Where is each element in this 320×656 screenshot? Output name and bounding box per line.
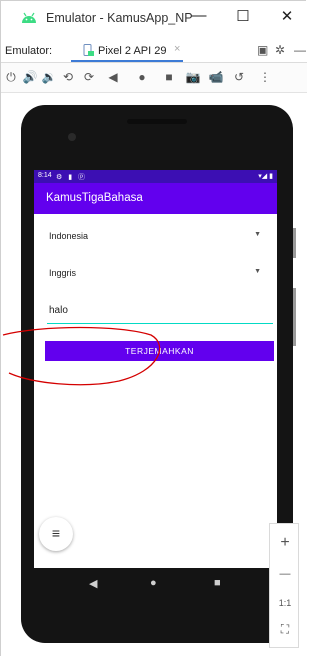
menu-fab[interactable]: ≡ bbox=[39, 517, 73, 551]
target-language-value: Inggris bbox=[49, 268, 77, 278]
volume-side-button bbox=[293, 288, 296, 346]
undo-icon[interactable]: ↺ bbox=[231, 70, 247, 84]
zoom-in-button[interactable]: + bbox=[270, 534, 300, 552]
rotate-right-icon[interactable]: ⟳ bbox=[81, 70, 97, 84]
minimize-panel-icon[interactable]: — bbox=[294, 43, 306, 57]
volume-up-icon[interactable]: 🔊 bbox=[22, 70, 38, 84]
emulator-canvas: 8:14 ⚙ ▮ ⓟ ▾◢ ▮ KamusTigaBahasa Indonesi… bbox=[1, 93, 307, 656]
speaker-grille bbox=[127, 119, 187, 124]
zoom-out-button[interactable]: — bbox=[270, 568, 300, 580]
window-icon[interactable]: ▣ bbox=[257, 43, 268, 57]
camera-icon[interactable]: 📷 bbox=[185, 70, 201, 84]
status-time: 8:14 bbox=[38, 172, 52, 179]
emulator-window: Emulator - KamusApp_NP — ☐ ✕ Emulator: P… bbox=[0, 0, 307, 656]
home-icon[interactable]: ● bbox=[134, 70, 150, 84]
word-input[interactable] bbox=[49, 305, 259, 316]
tab-pixel-2-api-29[interactable]: Pixel 2 API 29 × bbox=[71, 38, 183, 62]
actual-size-button[interactable]: 1:1 bbox=[270, 598, 300, 608]
emulator-toolbar: ⏻ 🔊 🔉 ⟲ ⟳ ◀ ● ■ 📷 📹 ↺ ⋮ bbox=[1, 63, 307, 93]
rotate-left-icon[interactable]: ⟲ bbox=[60, 70, 76, 84]
front-camera bbox=[68, 133, 76, 141]
fit-screen-icon[interactable]: ⛶ bbox=[270, 622, 300, 637]
tab-label: Pixel 2 API 29 bbox=[98, 45, 167, 57]
source-language-value: Indonesia bbox=[49, 231, 89, 241]
nav-back-icon[interactable]: ◀ bbox=[89, 577, 97, 590]
android-icon bbox=[22, 12, 36, 23]
nav-home-icon[interactable]: ● bbox=[150, 577, 157, 589]
device-screen[interactable]: 8:14 ⚙ ▮ ⓟ ▾◢ ▮ KamusTigaBahasa Indonesi… bbox=[34, 170, 277, 568]
tab-close-icon[interactable]: × bbox=[174, 43, 180, 55]
dropdown-arrow-icon: ▼ bbox=[254, 231, 261, 238]
maximize-button[interactable]: ☐ bbox=[231, 7, 255, 25]
system-icons: ▾◢ ▮ bbox=[258, 173, 273, 180]
volume-down-icon[interactable]: 🔉 bbox=[41, 70, 57, 84]
back-icon[interactable]: ◀ bbox=[105, 70, 121, 84]
zoom-panel: + — 1:1 ⛶ bbox=[269, 523, 299, 648]
target-language-spinner[interactable]: Inggris ▼ bbox=[47, 264, 261, 284]
word-input-field[interactable] bbox=[47, 302, 273, 324]
title-bar: Emulator - KamusApp_NP — ☐ ✕ bbox=[1, 1, 307, 37]
phone-frame: 8:14 ⚙ ▮ ⓟ ▾◢ ▮ KamusTigaBahasa Indonesi… bbox=[21, 105, 293, 643]
status-bar: 8:14 ⚙ ▮ ⓟ ▾◢ ▮ bbox=[34, 170, 277, 183]
source-language-spinner[interactable]: Indonesia ▼ bbox=[47, 227, 261, 247]
dropdown-arrow-icon: ▼ bbox=[254, 268, 261, 275]
gear-icon[interactable]: ✲ bbox=[275, 43, 285, 57]
notification-icons: ⚙ ▮ ⓟ bbox=[56, 174, 88, 181]
close-button[interactable]: ✕ bbox=[275, 7, 299, 25]
video-icon[interactable]: 📹 bbox=[208, 70, 224, 84]
emulator-label: Emulator: bbox=[5, 45, 53, 57]
device-icon bbox=[83, 44, 94, 56]
power-icon[interactable]: ⏻ bbox=[3, 70, 19, 85]
navigation-bar: ◀ ● ■ bbox=[34, 569, 277, 601]
nav-recents-icon[interactable]: ■ bbox=[214, 577, 221, 589]
app-title: KamusTigaBahasa bbox=[46, 192, 143, 204]
power-side-button bbox=[293, 228, 296, 258]
window-title: Emulator - KamusApp_NP bbox=[46, 11, 193, 25]
overview-icon[interactable]: ■ bbox=[161, 70, 177, 84]
emulator-tab-row: Emulator: Pixel 2 API 29 × ▣ ✲ — bbox=[1, 37, 307, 63]
translate-button[interactable]: TERJEMAHKAN bbox=[45, 341, 274, 361]
minimize-button[interactable]: — bbox=[187, 7, 211, 24]
app-bar: KamusTigaBahasa bbox=[34, 183, 277, 214]
more-icon[interactable]: ⋮ bbox=[257, 70, 273, 84]
